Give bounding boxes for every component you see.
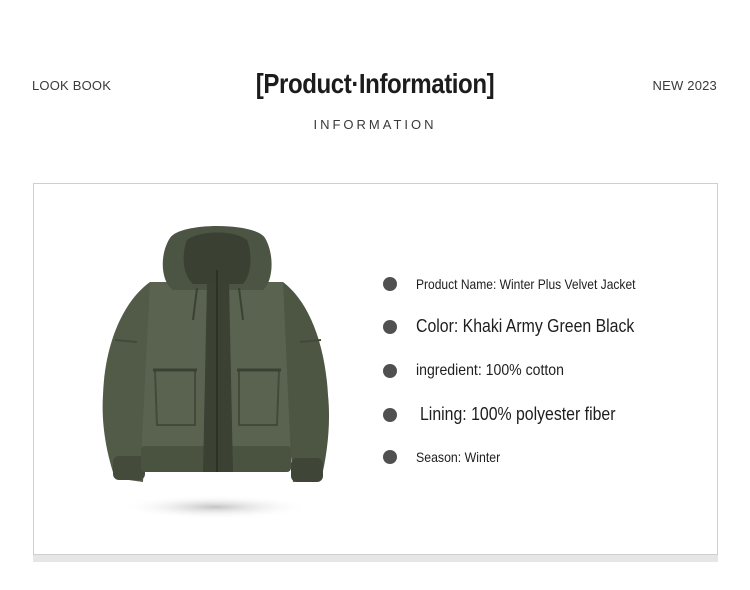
detail-text: Season: Winter	[416, 449, 501, 465]
bullet-icon	[383, 277, 397, 291]
detail-text: Lining: 100% polyester fiber	[420, 404, 616, 424]
detail-item-color: Color: Khaki Army Green Black	[383, 316, 664, 337]
detail-text: Color: Khaki Army Green Black	[416, 316, 635, 336]
card-shadow	[33, 555, 718, 562]
detail-text: ingredient: 100% cotton	[416, 362, 564, 379]
bullet-icon	[383, 364, 397, 378]
page-title: [Product·Information]	[255, 68, 495, 99]
bullet-icon	[383, 450, 397, 464]
detail-item-lining: Lining: 100% polyester fiber	[383, 404, 642, 425]
detail-item-product-name: Product Name: Winter Plus Velvet Jacket	[383, 276, 671, 292]
bullet-icon	[383, 319, 397, 334]
bullet-icon	[383, 407, 397, 422]
detail-item-season: Season: Winter	[383, 449, 512, 465]
detail-text: Product Name: Winter Plus Velvet Jacket	[416, 276, 636, 292]
jacket-image	[102, 226, 330, 519]
page-subtitle: INFORMATION	[313, 117, 437, 132]
detail-item-ingredient: ingredient: 100% cotton	[383, 362, 584, 380]
